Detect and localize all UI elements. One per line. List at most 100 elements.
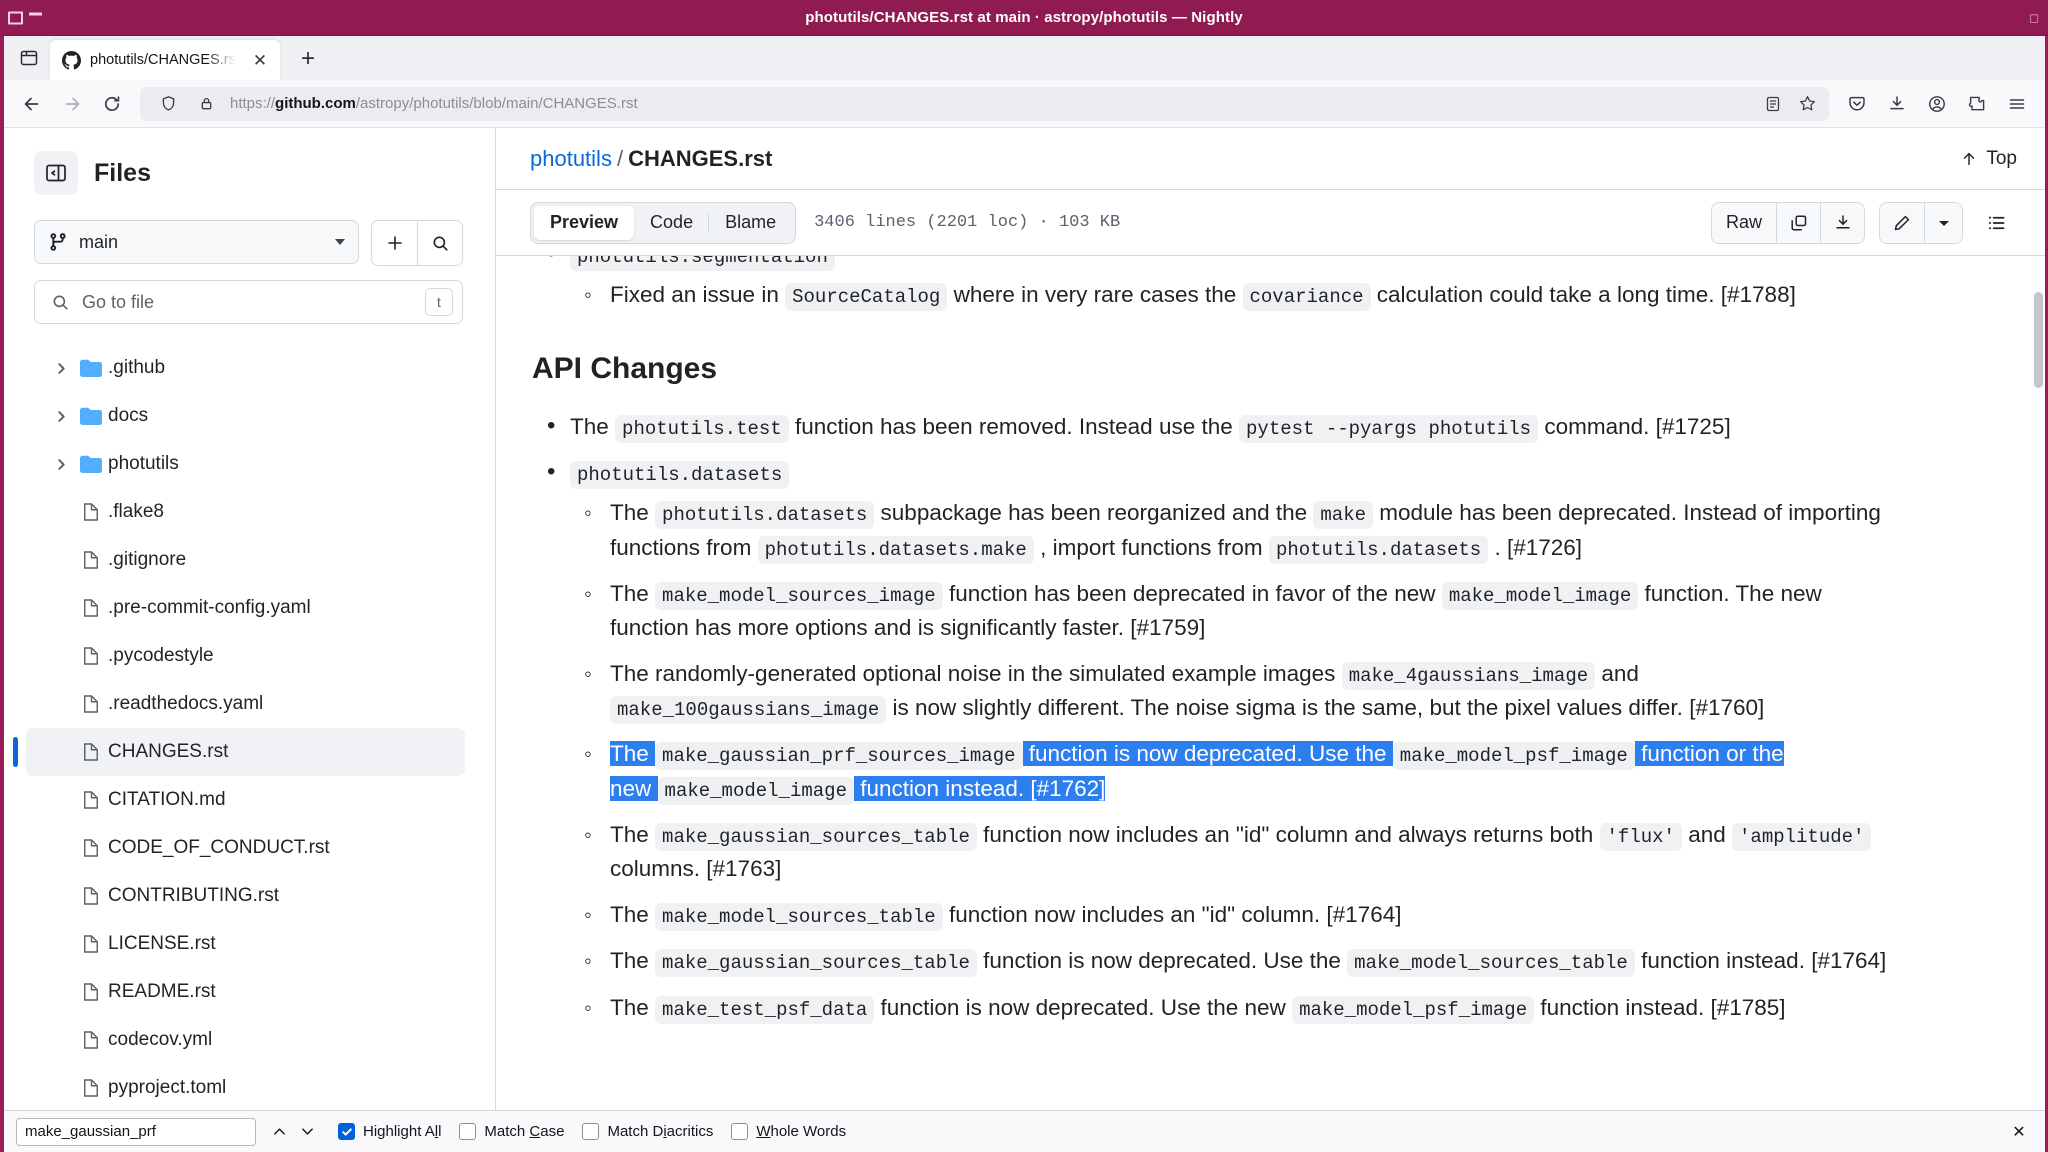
- back-icon[interactable]: [14, 86, 50, 122]
- highlight-all-checkbox[interactable]: [338, 1123, 355, 1140]
- code-module: photutils.datasets: [570, 461, 790, 490]
- match-case-option[interactable]: Match Case: [459, 1123, 564, 1140]
- new-tab-button[interactable]: +: [290, 41, 326, 77]
- code-inline: make_model_sources_image: [655, 581, 943, 610]
- tree-file-gitignore[interactable]: .gitignore: [26, 536, 465, 584]
- window-minimize-icon[interactable]: [29, 12, 42, 23]
- branch-selector[interactable]: main: [34, 220, 359, 264]
- chevron-down-icon[interactable]: [1924, 202, 1962, 243]
- code-inline: make_test_psf_data: [655, 995, 875, 1024]
- tree-file-changes-rst[interactable]: CHANGES.rst: [13, 728, 465, 776]
- tree-file-codecov[interactable]: codecov.yml: [26, 1016, 465, 1064]
- go-to-file-input[interactable]: Go to file t: [34, 280, 463, 324]
- scroll-to-top-button[interactable]: Top: [1960, 148, 2017, 170]
- raw-button[interactable]: Raw: [1711, 202, 1776, 243]
- web-page: Files main Go to file t .github docs pho…: [4, 128, 2045, 1110]
- list-item: photutils.segmentation Fixed an issue in…: [532, 256, 1903, 312]
- tab-preview[interactable]: Preview: [534, 205, 635, 240]
- breadcrumb: photutils / CHANGES.rst: [530, 146, 772, 172]
- find-input[interactable]: make_gaussian_prf: [16, 1117, 256, 1146]
- reader-mode-icon[interactable]: [1759, 90, 1787, 118]
- search-highlight-text: function instead. [#1762]: [860, 775, 1106, 801]
- tab-close-icon[interactable]: ✕: [249, 49, 271, 71]
- chevron-right-icon[interactable]: [48, 458, 74, 471]
- doc-list-api-changes: The photutils.test function has been rem…: [532, 408, 1903, 1025]
- find-navigation: [266, 1119, 320, 1145]
- hamburger-menu-icon[interactable]: [1999, 86, 2035, 122]
- download-icon[interactable]: [1820, 202, 1864, 243]
- page-scrollbar[interactable]: [2031, 256, 2045, 1110]
- find-next-button[interactable]: [294, 1119, 320, 1145]
- rendered-document[interactable]: photutils.segmentation Fixed an issue in…: [496, 256, 2045, 1110]
- match-case-label: Match Case: [484, 1123, 565, 1140]
- copy-icon[interactable]: [1776, 202, 1820, 243]
- outline-icon[interactable]: [1977, 203, 2017, 243]
- whole-words-checkbox[interactable]: [731, 1123, 749, 1140]
- breadcrumb-repo-link[interactable]: photutils: [530, 146, 612, 171]
- tab-blame[interactable]: Blame: [708, 206, 792, 240]
- url-text[interactable]: https://github.com/astropy/photutils/blo…: [230, 95, 1749, 112]
- window-restore-icon[interactable]: [8, 11, 23, 24]
- branch-name: main: [79, 231, 119, 252]
- highlight-all-option[interactable]: Highlight All: [338, 1123, 441, 1140]
- reload-icon[interactable]: [94, 86, 130, 122]
- text: function has been removed. Instead use t…: [794, 413, 1233, 439]
- doc-sublist: Fixed an issue in SourceCatalog where in…: [570, 278, 1903, 312]
- tree-file-license[interactable]: LICENSE.rst: [26, 920, 465, 968]
- forward-icon[interactable]: [54, 86, 90, 122]
- tree-file-flake8[interactable]: .flake8: [26, 488, 465, 536]
- sidebar-collapse-icon[interactable]: [34, 151, 78, 195]
- tree-folder-github[interactable]: .github: [26, 344, 465, 392]
- tree-file-code-of-conduct[interactable]: CODE_OF_CONDUCT.rst: [26, 824, 465, 872]
- tree-file-citation-md[interactable]: CITATION.md: [26, 776, 465, 824]
- find-previous-button[interactable]: [266, 1119, 292, 1145]
- browser-tab[interactable]: photutils/CHANGES.rst at ✕: [50, 40, 280, 80]
- file-icon: [74, 934, 108, 954]
- list-all-tabs-icon[interactable]: [10, 39, 48, 77]
- tree-folder-docs[interactable]: docs: [26, 392, 465, 440]
- list-item: The make_model_sources_image function ha…: [570, 577, 1903, 645]
- text: and: [1601, 661, 1639, 687]
- tree-item-label: pyproject.toml: [108, 1077, 227, 1098]
- tab-code[interactable]: Code: [634, 206, 709, 240]
- bookmark-star-icon[interactable]: [1793, 90, 1821, 118]
- padlock-icon[interactable]: [192, 90, 220, 118]
- navigation-toolbar: https://github.com/astropy/photutils/blo…: [4, 80, 2045, 128]
- tree-item-label: docs: [108, 405, 149, 426]
- tree-file-contributing[interactable]: CONTRIBUTING.rst: [26, 872, 465, 920]
- tree-file-pyproject[interactable]: pyproject.toml: [26, 1064, 465, 1110]
- tree-file-pycodestyle[interactable]: .pycodestyle: [26, 632, 465, 680]
- tree-file-readme[interactable]: README.rst: [26, 968, 465, 1016]
- section-heading-api-changes: API Changes: [532, 352, 718, 386]
- tree-file-pre-commit-config[interactable]: .pre-commit-config.yaml: [26, 584, 465, 632]
- match-case-checkbox[interactable]: [459, 1123, 477, 1140]
- downloads-icon[interactable]: [1879, 86, 1915, 122]
- code-inline: make: [1313, 501, 1373, 530]
- match-diacritics-option[interactable]: Match Diacritics: [582, 1123, 713, 1140]
- shield-icon[interactable]: [154, 90, 182, 118]
- whole-words-option[interactable]: Whole Words: [731, 1123, 846, 1140]
- code-inline: SourceCatalog: [785, 283, 948, 312]
- breadcrumb-separator: /: [616, 145, 624, 171]
- chevron-right-icon[interactable]: [48, 362, 74, 375]
- extensions-icon[interactable]: [1959, 86, 1995, 122]
- scrollbar-thumb[interactable]: [2034, 292, 2043, 388]
- match-diacritics-checkbox[interactable]: [582, 1123, 600, 1140]
- pocket-icon[interactable]: [1839, 86, 1875, 122]
- file-icon: [74, 742, 108, 762]
- account-icon[interactable]: [1919, 86, 1955, 122]
- chevron-right-icon[interactable]: [48, 410, 74, 423]
- pencil-icon[interactable]: [1880, 202, 1924, 243]
- window-controls-right: □: [2030, 10, 2038, 25]
- git-branch-icon: [50, 233, 66, 251]
- tree-item-label: codecov.yml: [108, 1029, 213, 1050]
- tree-file-readthedocs[interactable]: .readthedocs.yaml: [26, 680, 465, 728]
- text: The: [610, 580, 649, 606]
- tree-folder-photutils[interactable]: photutils: [26, 440, 465, 488]
- add-file-button[interactable]: [372, 221, 417, 265]
- url-bar[interactable]: https://github.com/astropy/photutils/blo…: [140, 86, 1829, 121]
- window-title: photutils/CHANGES.rst at main · astropy/…: [805, 9, 1243, 26]
- find-close-icon[interactable]: ✕: [2005, 1118, 2033, 1146]
- window-close-icon[interactable]: □: [2030, 10, 2038, 25]
- search-files-button[interactable]: [417, 221, 462, 265]
